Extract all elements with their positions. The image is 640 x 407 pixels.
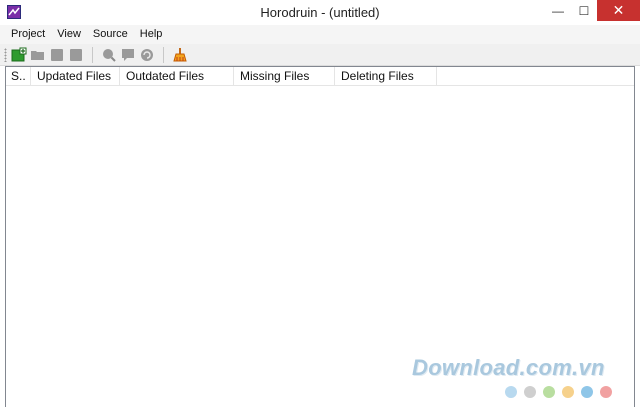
search-icon[interactable] bbox=[101, 47, 117, 63]
minimize-button[interactable]: — bbox=[545, 0, 571, 21]
menu-project[interactable]: Project bbox=[5, 25, 51, 44]
watermark-logo: Download.com.vn bbox=[412, 355, 605, 380]
column-header-deleting-files[interactable]: Deleting Files bbox=[335, 67, 437, 86]
list-header: S.. Updated Files Outdated Files Missing… bbox=[6, 67, 634, 86]
clean-icon[interactable] bbox=[172, 47, 188, 63]
watermark-dot bbox=[581, 386, 593, 398]
watermark-dot bbox=[505, 386, 517, 398]
open-folder-icon[interactable] bbox=[30, 47, 46, 63]
save-all-icon[interactable] bbox=[68, 47, 84, 63]
toolbar-grip[interactable] bbox=[4, 48, 7, 62]
watermark-dot bbox=[600, 386, 612, 398]
column-header-missing-files[interactable]: Missing Files bbox=[234, 67, 335, 86]
watermark-dot bbox=[543, 386, 555, 398]
title-bar[interactable]: Horodruin - (untitled) — ☐ ✕ bbox=[0, 0, 640, 25]
main-window: Horodruin - (untitled) — ☐ ✕ Project Vie… bbox=[0, 0, 640, 407]
toolbar-separator bbox=[163, 47, 164, 63]
menu-bar: Project View Source Help bbox=[0, 25, 640, 44]
refresh-icon[interactable] bbox=[139, 47, 155, 63]
watermark-dots bbox=[505, 386, 619, 398]
maximize-button[interactable]: ☐ bbox=[571, 0, 597, 21]
column-header-outdated-files[interactable]: Outdated Files bbox=[120, 67, 234, 86]
toolbar bbox=[0, 44, 640, 66]
menu-view[interactable]: View bbox=[51, 25, 87, 44]
close-button[interactable]: ✕ bbox=[597, 0, 640, 21]
menu-source[interactable]: Source bbox=[87, 25, 134, 44]
watermark-dot bbox=[562, 386, 574, 398]
column-header-updated-files[interactable]: Updated Files bbox=[31, 67, 120, 86]
menu-help[interactable]: Help bbox=[134, 25, 169, 44]
add-icon[interactable] bbox=[11, 47, 27, 63]
watermark-dot bbox=[524, 386, 536, 398]
toolbar-separator bbox=[92, 47, 93, 63]
comment-icon[interactable] bbox=[120, 47, 136, 63]
window-title: Horodruin - (untitled) bbox=[260, 5, 380, 20]
column-header-status[interactable]: S.. bbox=[6, 67, 31, 86]
save-icon[interactable] bbox=[49, 47, 65, 63]
